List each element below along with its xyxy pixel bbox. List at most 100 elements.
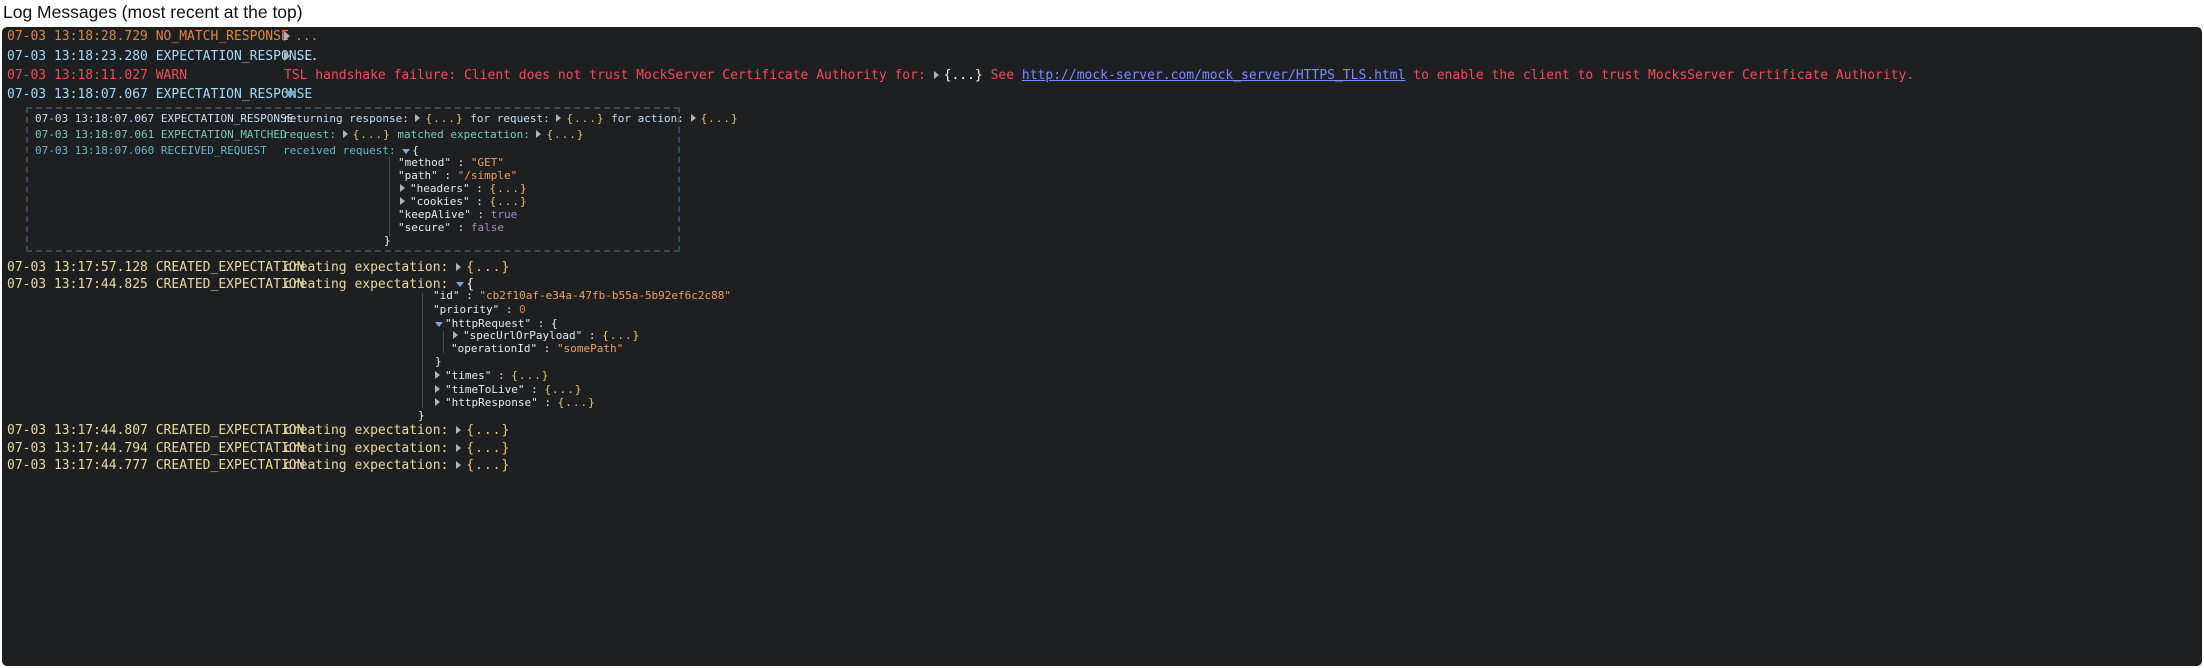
log-entry-warn[interactable]: 07-03 13:18:11.027 WARN [7, 67, 187, 85]
expand-arrow-icon[interactable] [400, 197, 405, 205]
log-timestamp: 07-03 13:18:07.060 [35, 144, 155, 157]
created-3-message: creating expectation: {...} [284, 422, 510, 440]
collapse-arrow-icon[interactable] [402, 148, 411, 154]
expand-arrow-icon[interactable] [456, 460, 462, 469]
warn-see-text: See [990, 68, 1015, 83]
collapsed-dots[interactable]: ... [295, 29, 318, 44]
collapsed-object[interactable]: {...} [701, 112, 739, 125]
log-entry-created-2[interactable]: 07-03 13:17:44.825 CREATED_EXPECTATION [7, 276, 304, 294]
collapsed-object[interactable]: {...} [511, 369, 549, 382]
json-colon: : [544, 396, 551, 409]
received-request-label: received request: [283, 144, 396, 157]
expand-arrow-icon[interactable] [415, 114, 421, 122]
collapse-arrow-icon[interactable] [456, 282, 465, 287]
log-timestamp: 07-03 13:17:44.777 [7, 458, 148, 473]
json-guide-line [422, 293, 423, 408]
creating-label: creating expectation: [284, 423, 449, 438]
log-entry-created-4[interactable]: 07-03 13:17:44.794 CREATED_EXPECTATION [7, 440, 304, 458]
created-4-message: creating expectation: {...} [284, 440, 510, 458]
warn-text: TSL handshake failure: Client does not t… [284, 68, 926, 83]
json-colon: : [497, 369, 505, 382]
expand-arrow-icon[interactable] [435, 385, 440, 393]
close-brace: } [384, 234, 391, 247]
expand-arrow-icon[interactable] [284, 50, 290, 61]
json-key: "operationId" [451, 342, 538, 355]
log-entry-expectation-response-expanded[interactable]: 07-03 13:18:07.067 EXPECTATION_RESPONSE [7, 86, 312, 104]
json-key: "httpResponse" [445, 396, 538, 409]
json-secure: "secure" : false [398, 220, 504, 236]
collapsed-object[interactable]: {...} [566, 112, 604, 125]
group-entry-received[interactable]: 07-03 13:18:07.060 RECEIVED_REQUEST [35, 143, 267, 159]
group-entry-response[interactable]: 07-03 13:18:07.067 EXPECTATION_RESPONSE [35, 111, 293, 127]
creating-label: creating expectation: [284, 277, 449, 292]
log-type: CREATED_EXPECTATION [155, 441, 305, 456]
tls-docs-link[interactable]: http://mock-server.com/mock_server/HTTPS… [1022, 68, 1406, 83]
expand-arrow-icon[interactable] [435, 398, 440, 406]
collapsed-object[interactable]: {...} [425, 112, 463, 125]
log-timestamp: 07-03 13:17:44.794 [7, 441, 148, 456]
log-entry-expectation-response[interactable]: 07-03 13:18:23.280 EXPECTATION_RESPONSE [7, 48, 312, 66]
expand-arrow-icon[interactable] [400, 184, 405, 192]
request-label: request: [283, 128, 336, 141]
collapsed-object[interactable]: {...} [466, 441, 510, 456]
creating-label: creating expectation: [284, 260, 449, 275]
collapsed-dots[interactable]: ... [295, 49, 318, 64]
log-entry-created-3[interactable]: 07-03 13:17:44.807 CREATED_EXPECTATION [7, 422, 304, 440]
log-timestamp: 07-03 13:18:28.729 [7, 29, 148, 44]
group-entry-matched[interactable]: 07-03 13:18:07.061 EXPECTATION_MATCHED [35, 127, 287, 143]
collapsed-object[interactable]: {...} [558, 396, 596, 409]
collapsed-object[interactable]: {...} [466, 260, 510, 275]
log-type: CREATED_EXPECTATION [155, 277, 305, 292]
json-key: "priority" [433, 303, 500, 316]
warn-message: TSL handshake failure: Client does not t… [284, 67, 1914, 85]
log-panel[interactable]: 07-03 13:18:28.729 NO_MATCH_RESPONSE ...… [2, 27, 2202, 666]
json-colon: : [466, 289, 473, 302]
request-label: for request: [470, 112, 550, 125]
collapse-arrow-icon[interactable] [435, 321, 443, 327]
response-label: returning response: [283, 112, 409, 125]
json-guide-line [443, 331, 444, 353]
log-entry-created-1[interactable]: 07-03 13:17:57.128 CREATED_EXPECTATION [7, 259, 304, 277]
expand-arrow-icon[interactable] [435, 371, 440, 379]
log-entry-no-match-toggle[interactable]: ... [284, 28, 318, 46]
collapse-arrow-icon[interactable] [284, 91, 296, 98]
expand-arrow-icon[interactable] [456, 443, 462, 452]
json-key: "secure" [398, 221, 451, 234]
expand-arrow-icon[interactable] [342, 130, 348, 138]
expand-arrow-icon[interactable] [453, 331, 458, 339]
created-5-message: creating expectation: {...} [284, 457, 510, 475]
log-timestamp: 07-03 13:17:44.807 [7, 423, 148, 438]
log-type: NO_MATCH_RESPONSE [155, 29, 289, 44]
expand-arrow-icon[interactable] [556, 114, 562, 122]
expand-arrow-icon[interactable] [284, 30, 290, 41]
expand-arrow-icon[interactable] [456, 425, 462, 434]
log-type: CREATED_EXPECTATION [155, 458, 305, 473]
log-entry-expectation-response-toggle[interactable]: ... [284, 48, 318, 66]
json-value: "somePath" [556, 342, 624, 355]
collapsed-object[interactable]: {...} [466, 423, 510, 438]
group-entry-matched-message: request: {...} matched expectation: {...… [283, 127, 585, 143]
log-timestamp: 07-03 13:17:44.825 [7, 277, 148, 292]
log-entry-no-match[interactable]: 07-03 13:18:28.729 NO_MATCH_RESPONSE [7, 28, 289, 46]
expand-arrow-icon[interactable] [536, 130, 542, 138]
expand-arrow-icon[interactable] [933, 70, 939, 79]
json-colon: : [457, 221, 465, 234]
collapsed-object[interactable]: {...} [353, 128, 391, 141]
log-type: EXPECTATION_MATCHED [160, 128, 287, 141]
log-timestamp: 07-03 13:18:07.067 [35, 112, 155, 125]
log-type: EXPECTATION_RESPONSE [160, 112, 294, 125]
json-httpresponse[interactable]: "httpResponse" : {...} [435, 395, 596, 411]
expand-arrow-icon[interactable] [690, 114, 696, 122]
log-timestamp: 07-03 13:18:11.027 [7, 68, 148, 83]
collapse-toggle[interactable] [284, 86, 296, 104]
creating-label: creating expectation: [284, 458, 449, 473]
warn-post-text: to enable the client to trust MocksServe… [1413, 68, 1915, 83]
collapsed-object[interactable]: {...} [944, 68, 983, 83]
json-operationid: "operationId" : "somePath" [451, 341, 623, 357]
collapsed-object[interactable]: {...} [466, 458, 510, 473]
expand-arrow-icon[interactable] [456, 262, 462, 271]
log-timestamp: 07-03 13:18:23.280 [7, 49, 148, 64]
json-value: 0 [519, 303, 526, 316]
log-entry-created-5[interactable]: 07-03 13:17:44.777 CREATED_EXPECTATION [7, 457, 304, 475]
collapsed-object[interactable]: {...} [546, 128, 584, 141]
